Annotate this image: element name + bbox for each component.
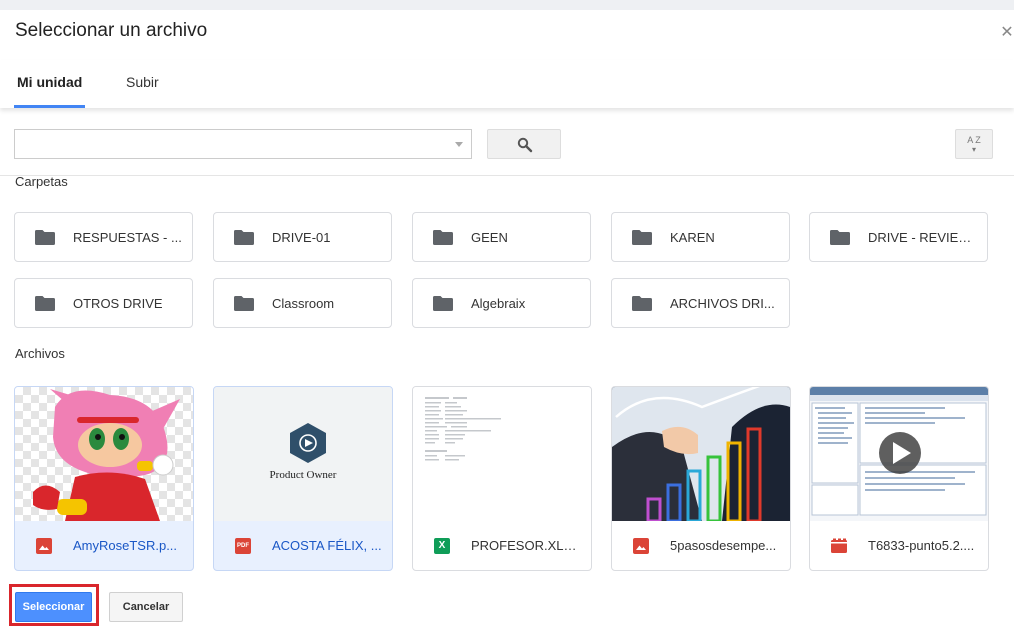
character-illustration: [33, 389, 180, 521]
folder-name: Classroom: [272, 296, 335, 311]
folder-item[interactable]: KAREN: [611, 212, 790, 262]
search-icon: [517, 137, 533, 153]
file-footer: AmyRoseTSR.p...: [15, 521, 193, 570]
tab-bar: Mi unidad Subir: [0, 60, 1014, 108]
folder-item[interactable]: ARCHIVOS DRI...: [611, 278, 790, 328]
sort-button[interactable]: A Z ▾: [955, 129, 993, 159]
folder-icon: [234, 230, 254, 245]
folder-item[interactable]: Classroom: [213, 278, 392, 328]
file-name: AmyRoseTSR.p...: [73, 538, 178, 553]
file-name: T6833-punto5.2....: [868, 538, 975, 553]
cancel-button[interactable]: Cancelar: [109, 592, 183, 622]
spreadsheet-preview: [425, 397, 501, 461]
folder-icon: [433, 230, 453, 245]
file-item-acosta-felix[interactable]: Product Owner PDF ACOSTA FÉLIX, ...: [213, 386, 393, 571]
folder-item[interactable]: GEEN: [412, 212, 591, 262]
folder-name: ARCHIVOS DRI...: [670, 296, 775, 311]
file-item-5pasos[interactable]: 5pasosdesempe...: [611, 386, 791, 571]
folder-item[interactable]: Algebraix: [412, 278, 591, 328]
file-thumbnail: [810, 387, 988, 521]
section-label-files: Archivos: [15, 346, 65, 361]
search-button[interactable]: [487, 129, 561, 159]
folder-item[interactable]: OTROS DRIVE: [14, 278, 193, 328]
tab-mi-unidad[interactable]: Mi unidad: [17, 74, 82, 90]
folder-icon: [632, 296, 652, 311]
file-thumbnail: [413, 387, 591, 521]
product-owner-logo: [290, 423, 326, 463]
search-combobox[interactable]: [14, 129, 472, 159]
file-footer: PDF ACOSTA FÉLIX, ...: [214, 521, 392, 570]
sort-az-icon: A Z: [967, 135, 981, 145]
folder-name: GEEN: [471, 230, 508, 245]
folder-icon: [830, 230, 850, 245]
file-footer: 5pasosdesempe...: [612, 521, 790, 570]
image-icon: [36, 538, 52, 554]
file-name: PROFESOR.XLS...: [471, 538, 581, 553]
folder-name: OTROS DRIVE: [73, 296, 163, 311]
folder-item[interactable]: DRIVE - REVIEW...: [809, 212, 988, 262]
folder-name: Algebraix: [471, 296, 526, 311]
folder-name: DRIVE-01: [272, 230, 331, 245]
ide-screenshot-preview: [810, 387, 988, 516]
file-item-amyrose[interactable]: AmyRoseTSR.p...: [14, 386, 194, 571]
file-item-t6833[interactable]: T6833-punto5.2....: [809, 386, 989, 571]
folder-name: RESPUESTAS - ...: [73, 230, 182, 245]
folder-icon: [234, 296, 254, 311]
thumbnail-caption: Product Owner: [269, 469, 337, 481]
folder-name: KAREN: [670, 230, 715, 245]
growth-chart-photo: [612, 387, 790, 521]
folder-name: DRIVE - REVIEW...: [868, 230, 980, 245]
section-label-folders: Carpetas: [15, 174, 68, 189]
image-icon: [633, 538, 649, 554]
file-name: ACOSTA FÉLIX, ...: [272, 538, 382, 553]
dialog-title: Seleccionar un archivo: [15, 20, 208, 41]
file-thumbnail: Product Owner: [214, 387, 392, 521]
file-thumbnail: [612, 387, 790, 521]
file-item-profesor-xls[interactable]: X PROFESOR.XLS...: [412, 386, 592, 571]
excel-icon: X: [434, 538, 450, 554]
tab-subir[interactable]: Subir: [126, 74, 159, 90]
file-footer: T6833-punto5.2....: [810, 521, 988, 570]
search-toolbar: A Z ▾: [0, 114, 1014, 176]
select-button[interactable]: Seleccionar: [15, 592, 92, 622]
close-icon[interactable]: ✕: [1000, 22, 1014, 42]
pdf-icon: PDF: [235, 538, 251, 554]
chevron-down-icon[interactable]: [455, 142, 463, 147]
folder-icon: [35, 296, 55, 311]
search-input[interactable]: [15, 130, 445, 158]
folder-icon: [632, 230, 652, 245]
video-icon: [831, 538, 847, 553]
active-tab-indicator: [14, 105, 85, 108]
folder-icon: [35, 230, 55, 245]
file-name: 5pasosdesempe...: [670, 538, 777, 553]
file-footer: X PROFESOR.XLS...: [413, 521, 591, 570]
file-thumbnail: [15, 387, 193, 521]
folder-item[interactable]: RESPUESTAS - ...: [14, 212, 193, 262]
folder-item[interactable]: DRIVE-01: [213, 212, 392, 262]
folder-icon: [433, 296, 453, 311]
